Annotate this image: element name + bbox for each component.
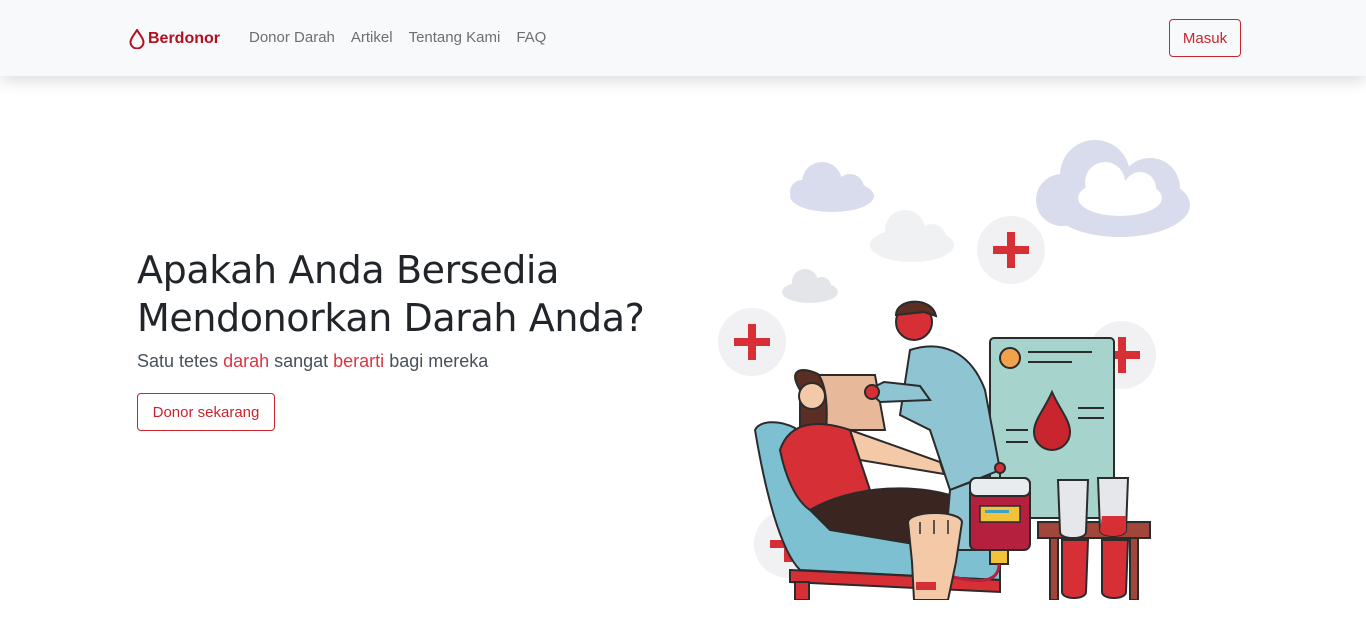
cloud-icon [790, 162, 874, 212]
brand-link[interactable]: Berdonor [129, 27, 220, 51]
hero-title-line-2: Mendonorkan Darah Anda? [137, 296, 645, 340]
nav-link-faq[interactable]: FAQ [516, 29, 546, 46]
login-button[interactable]: Masuk [1169, 19, 1241, 57]
medical-cross-icon [718, 308, 786, 376]
blood-drop-icon [129, 29, 145, 49]
nav-links: Donor Darah Artikel Tentang Kami FAQ [249, 29, 546, 46]
blood-donation-illustration [718, 140, 1190, 600]
brand-name: Berdonor [148, 30, 220, 47]
subtitle-text-3: bagi mereka [384, 351, 489, 371]
navbar: Berdonor Donor Darah Artikel Tentang Kam… [0, 0, 1366, 76]
hero-subtitle: Satu tetes darah sangat berarti bagi mer… [137, 351, 488, 372]
hero-title-line-1: Apakah Anda Bersedia [137, 248, 559, 292]
subtitle-text-1: Satu tetes [137, 351, 224, 371]
nav-link-donor-darah[interactable]: Donor Darah [249, 29, 335, 46]
nav-link-tentang-kami[interactable]: Tentang Kami [409, 29, 501, 46]
subtitle-accent-berarti: berarti [333, 351, 385, 371]
donor-now-button[interactable]: Donor sekarang [137, 393, 275, 431]
medical-cross-icon [977, 216, 1045, 284]
subtitle-text-2: sangat [269, 351, 334, 371]
cloud-icon [782, 269, 838, 303]
hero-title: Apakah Anda Bersedia Mendonorkan Darah A… [137, 246, 677, 342]
cloud-icon [870, 210, 954, 262]
nav-link-artikel[interactable]: Artikel [351, 29, 393, 46]
subtitle-accent-darah: darah [223, 351, 270, 371]
